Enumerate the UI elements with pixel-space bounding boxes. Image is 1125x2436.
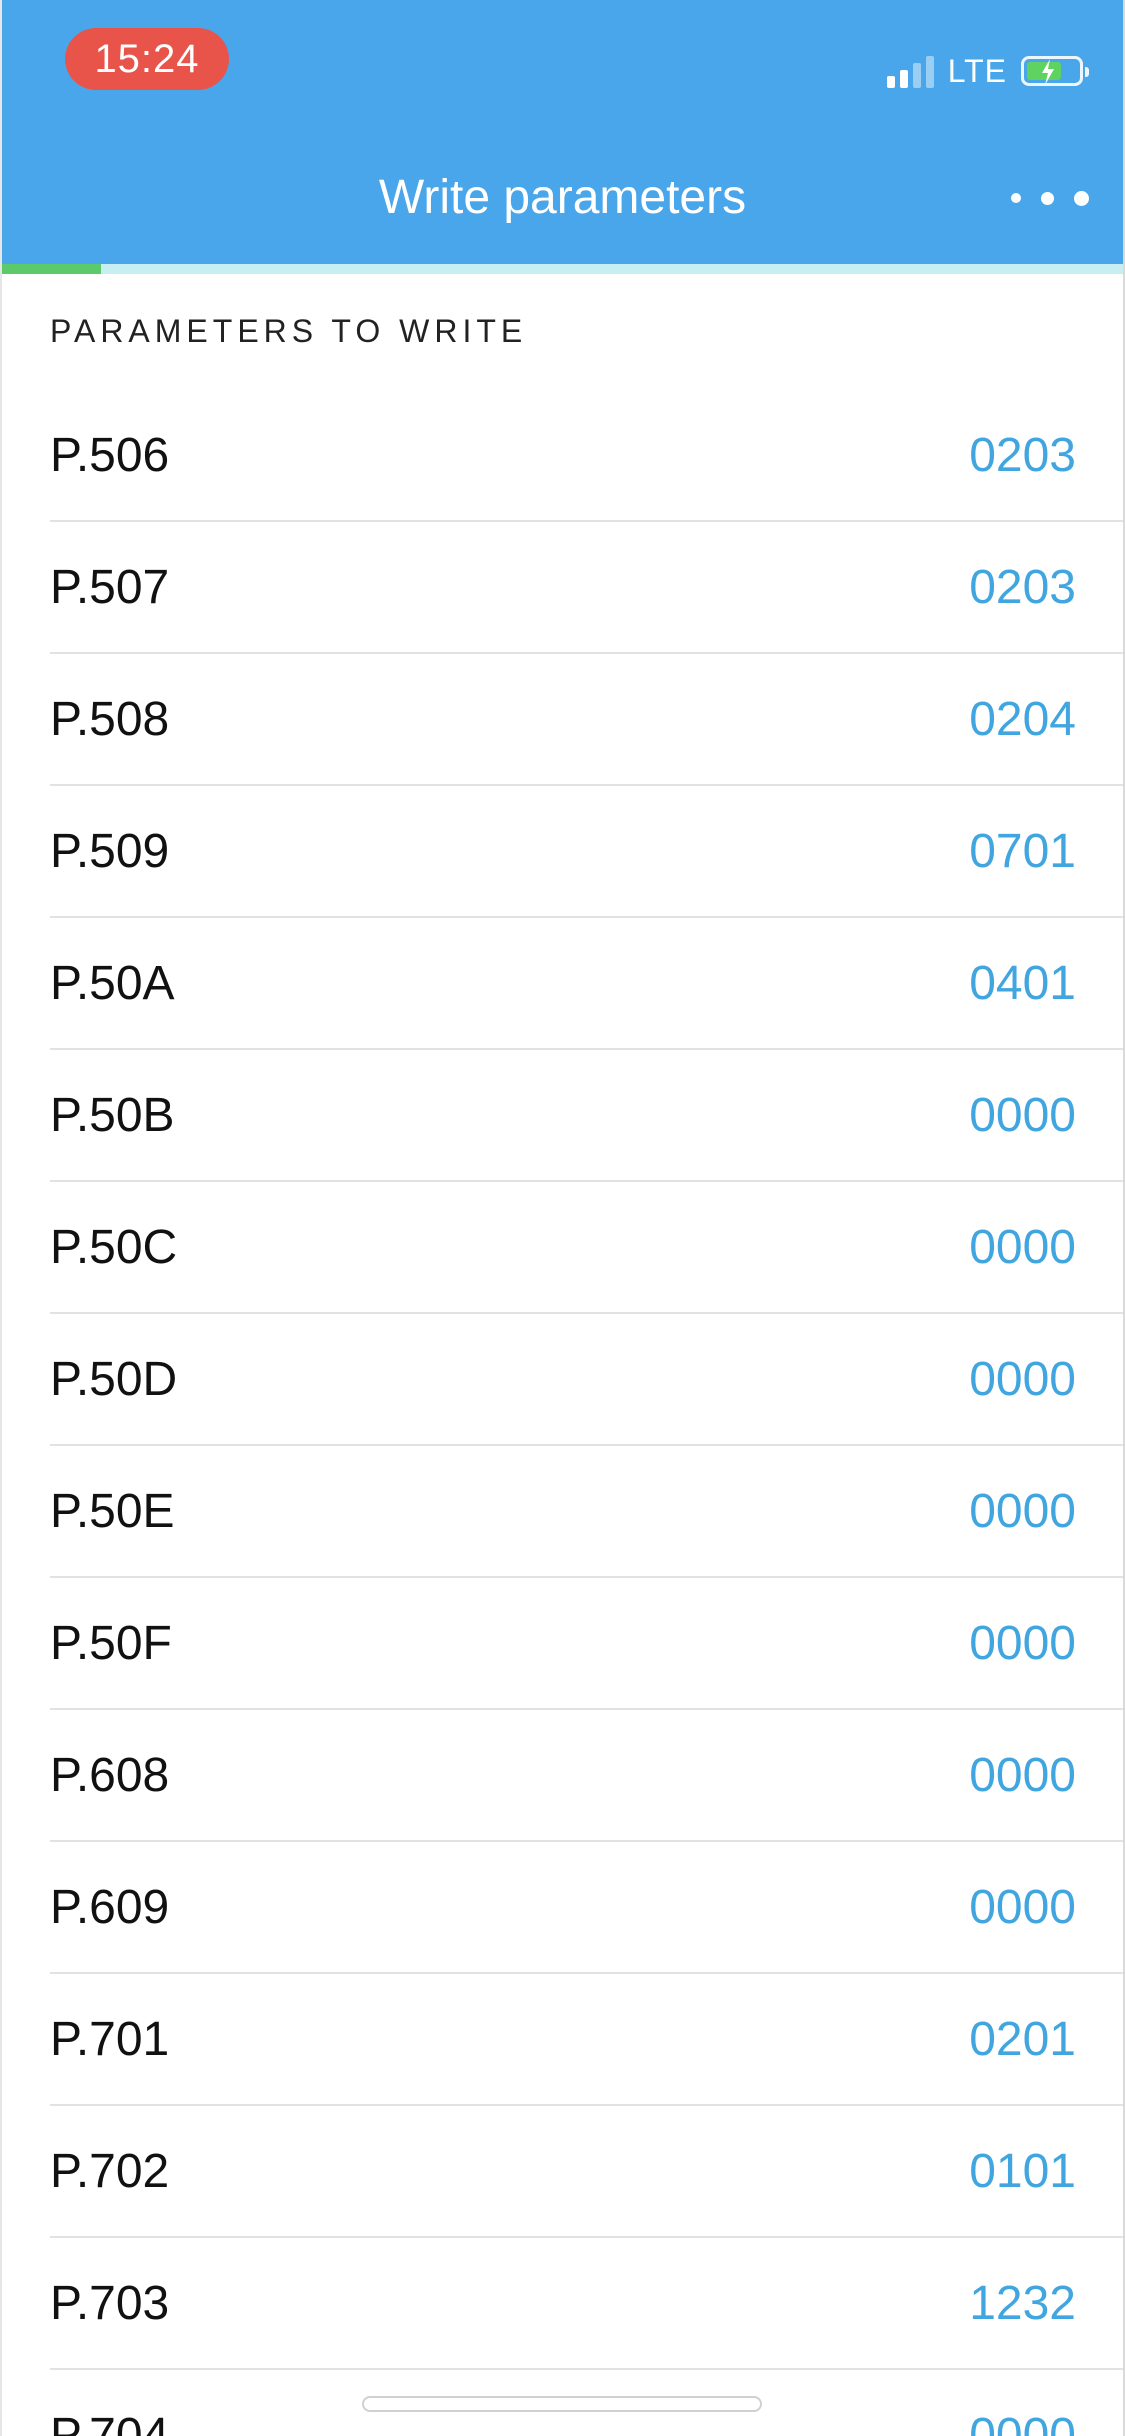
parameter-row[interactable]: P.506 0203: [50, 390, 1125, 522]
parameter-name: P.704: [50, 2409, 170, 2436]
parameter-row[interactable]: P.50A 0401: [50, 918, 1125, 1050]
parameter-name: P.50C: [50, 1221, 178, 1274]
parameter-name: P.609: [50, 1881, 170, 1934]
parameter-row[interactable]: P.609 0000: [50, 1842, 1125, 1974]
parameter-name: P.701: [50, 2013, 170, 2066]
parameter-list: P.506 0203 P.507 0203 P.508 0204 P.509 0701 P.50…: [50, 390, 1125, 2436]
parameter-row[interactable]: P.702 0101: [50, 2106, 1125, 2238]
home-indicator[interactable]: [362, 2396, 762, 2412]
parameter-row[interactable]: P.507 0203: [50, 522, 1125, 654]
parameter-value: 0000: [969, 1221, 1076, 1274]
screen: 15:24 LTE Write parameters PARAMETERS TO…: [0, 0, 1125, 2436]
write-progress-bar: [0, 264, 1125, 274]
battery-charging-icon: [1021, 56, 1089, 86]
parameter-value: 0000: [969, 1881, 1076, 1934]
parameter-name: P.50D: [50, 1353, 178, 1406]
parameter-name: P.508: [50, 693, 170, 746]
parameter-row[interactable]: P.50D 0000: [50, 1314, 1125, 1446]
more-options-button[interactable]: [1011, 178, 1089, 218]
parameter-name: P.50A: [50, 957, 175, 1010]
parameter-value: 0101: [969, 2145, 1076, 2198]
page-title: Write parameters: [378, 171, 747, 224]
parameter-row[interactable]: P.703 1232: [50, 2238, 1125, 2370]
parameter-name: P.506: [50, 429, 170, 482]
parameter-value: 0000: [969, 2409, 1076, 2436]
parameter-value: 0000: [969, 1485, 1076, 1538]
parameter-value: 0204: [969, 693, 1076, 746]
parameter-row[interactable]: P.50C 0000: [50, 1182, 1125, 1314]
parameter-value: 0203: [969, 429, 1076, 482]
parameter-name: P.50F: [50, 1617, 172, 1670]
parameter-name: P.608: [50, 1749, 170, 1802]
parameter-value: 0000: [969, 1353, 1076, 1406]
more-dots-icon: [1011, 193, 1021, 203]
parameter-row[interactable]: P.50F 0000: [50, 1578, 1125, 1710]
parameter-row[interactable]: P.508 0204: [50, 654, 1125, 786]
parameter-name: P.702: [50, 2145, 170, 2198]
write-progress-fill: [0, 264, 102, 274]
parameter-name: P.50E: [50, 1485, 175, 1538]
parameter-value: 0000: [969, 1089, 1076, 1142]
parameter-value: 0203: [969, 561, 1076, 614]
signal-icon: [886, 54, 934, 88]
parameter-row[interactable]: P.50B 0000: [50, 1050, 1125, 1182]
parameter-value: 0201: [969, 2013, 1076, 2066]
parameter-value: 1232: [969, 2277, 1076, 2330]
navigation-header: 15:24 LTE Write parameters: [0, 0, 1125, 264]
left-edge-divider: [0, 0, 2, 2436]
parameter-value: 0000: [969, 1749, 1076, 1802]
section-title: PARAMETERS TO WRITE: [50, 313, 528, 349]
parameter-name: P.50B: [50, 1089, 175, 1142]
parameter-value: 0701: [969, 825, 1076, 878]
parameter-name: P.509: [50, 825, 170, 878]
parameter-row[interactable]: P.50E 0000: [50, 1446, 1125, 1578]
parameter-value: 0401: [969, 957, 1076, 1010]
parameter-row[interactable]: P.509 0701: [50, 786, 1125, 918]
status-indicators: LTE: [886, 46, 1089, 96]
status-time: 15:24: [65, 28, 229, 90]
parameter-name: P.703: [50, 2277, 170, 2330]
parameter-name: P.507: [50, 561, 170, 614]
parameter-value: 0000: [969, 1617, 1076, 1670]
parameter-row[interactable]: P.701 0201: [50, 1974, 1125, 2106]
network-label: LTE: [947, 52, 1007, 89]
parameter-row[interactable]: P.608 0000: [50, 1710, 1125, 1842]
